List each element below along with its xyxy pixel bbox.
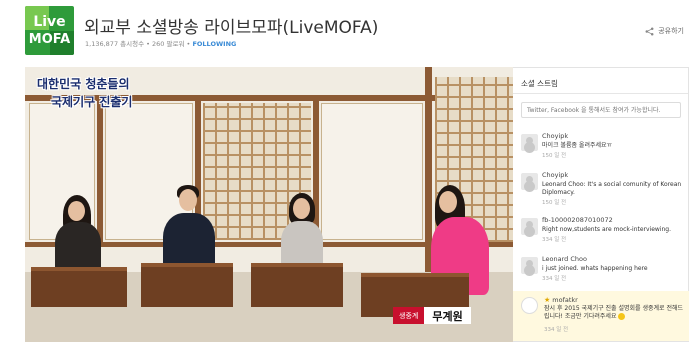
share-button[interactable]: 공유하기 [645, 26, 684, 36]
social-message: Choyipk 마이크 볼륨좀 올려주세요ㅠ 150 일 전 [521, 132, 683, 162]
person-head [68, 201, 85, 221]
social-message: fb-100002087010072 Right now,students ar… [521, 216, 683, 248]
message-user[interactable]: Choyipk [542, 171, 568, 179]
message-user[interactable]: fb-100002087010072 [542, 216, 613, 224]
message-text: 마이크 볼륨좀 올려주세요ㅠ [542, 142, 613, 149]
channel-stats: 1,136,877 총시청수 • 260 팔로워 • [85, 40, 191, 48]
message-text: 잠시 후 2015 국제기구 진출 설명회를 생중계로 전해드립니다! 조금만 … [544, 305, 684, 321]
video-title-line1: 대한민국 청춘들의 [37, 77, 130, 91]
live-tag: 생중계 [393, 307, 425, 324]
social-stream-heading: 소셜 스트림 [513, 68, 688, 94]
video-post [97, 95, 103, 247]
message-time: 150 일 전 [542, 200, 567, 206]
message-user[interactable]: Choyipk [542, 132, 568, 140]
video-table [141, 263, 233, 307]
message-text: Leonard Choo: It's a social comunity of … [542, 181, 682, 196]
message-time: 334 일 전 [544, 327, 569, 333]
channel-logo[interactable]: Live MOFA [25, 6, 74, 55]
social-message-highlighted: ★ mofatkr 잠시 후 2015 국제기구 진출 설명회를 생중계로 전해드… [513, 291, 689, 341]
message-text: i just joined. whats happening here [542, 265, 648, 272]
share-icon [645, 27, 654, 35]
video-player[interactable]: 대한민국 청춘들의 국제기구 진출기 생중계 무계원 [25, 67, 513, 342]
avatar [521, 297, 538, 314]
logo-text-line2: MOFA [28, 32, 71, 47]
location-name: 무계원 [424, 307, 471, 324]
video-table [31, 267, 127, 307]
follow-link[interactable]: FOLLOWING [192, 40, 236, 48]
message-text-body: 잠시 후 2015 국제기구 진출 설명회를 생중계로 전해드립니다! 조금만 … [544, 305, 684, 320]
message-time: 334 일 전 [542, 237, 567, 243]
video-caption: 생중계 무계원 [393, 307, 471, 324]
video-panel [321, 103, 423, 240]
video-title-line2: 국제기구 진출기 [51, 95, 133, 109]
avatar [521, 257, 538, 274]
video-table [251, 263, 343, 307]
channel-meta: 1,136,877 총시청수 • 260 팔로워 • FOLLOWING [85, 38, 236, 48]
person-head [293, 198, 310, 219]
share-label: 공유하기 [658, 27, 684, 35]
social-message: Leonard Choo i just joined. whats happen… [521, 255, 683, 287]
message-time: 334 일 전 [542, 276, 567, 282]
message-time: 150 일 전 [542, 153, 567, 159]
message-user-name: mofatkr [552, 296, 578, 304]
channel-title: 외교부 소셜방송 라이브모파(LiveMOFA) [84, 18, 379, 38]
avatar [521, 173, 538, 190]
person-head [179, 189, 197, 211]
video-title-overlay: 대한민국 청춘들의 국제기구 진출기 [37, 75, 155, 110]
message-user[interactable]: ★ mofatkr [544, 296, 578, 304]
logo-text-line1: Live [33, 14, 66, 30]
star-icon: ★ [544, 296, 551, 304]
social-comment-input[interactable] [521, 102, 681, 118]
avatar [521, 134, 538, 151]
person-head [439, 191, 457, 213]
social-stream-panel: 소셜 스트림 Choyipk 마이크 볼륨좀 올려주세요ㅠ 150 일 전 Ch… [513, 67, 689, 342]
smile-emoji-icon [618, 313, 626, 320]
message-user[interactable]: Leonard Choo [542, 255, 587, 263]
message-text: Right now,students are mock-interviewing… [542, 226, 672, 233]
social-message: Choyipk Leonard Choo: It's a social comu… [521, 171, 683, 213]
avatar [521, 218, 538, 235]
